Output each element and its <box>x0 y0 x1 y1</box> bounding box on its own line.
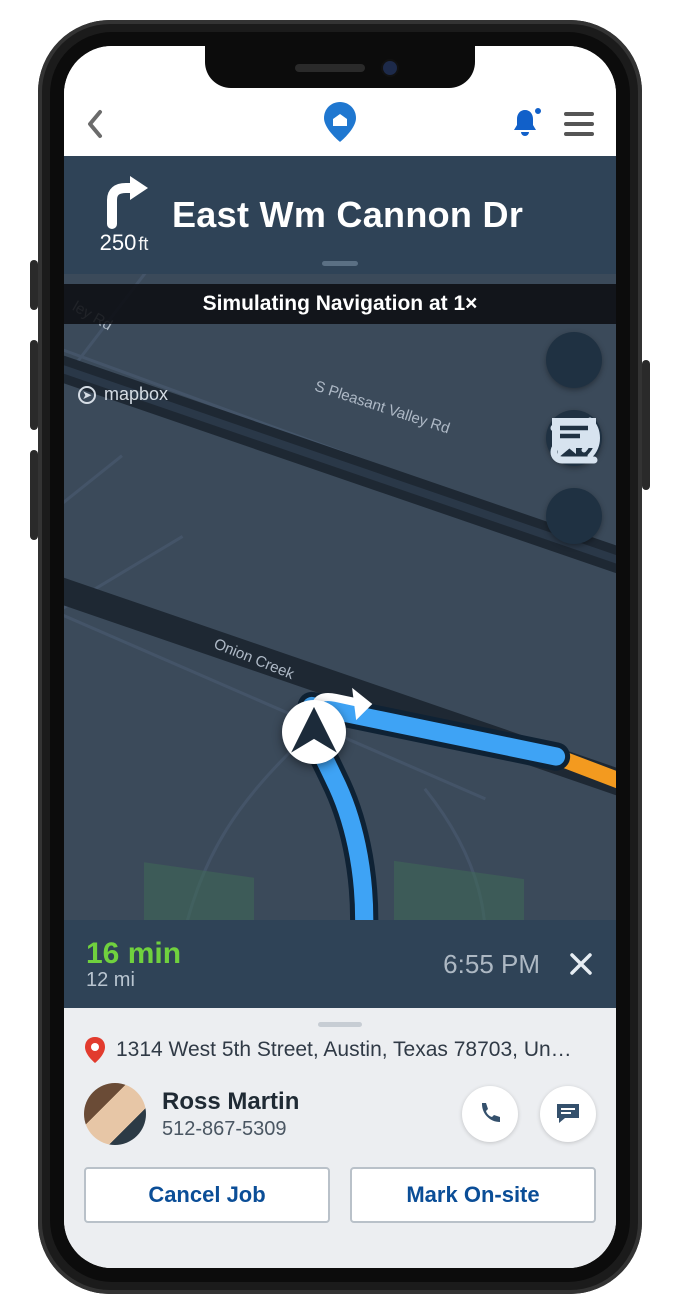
device-notch <box>205 46 475 88</box>
eta-distance: 12 mi <box>86 969 181 992</box>
location-puck-icon <box>282 700 346 764</box>
phone-frame: 250ft East Wm Cannon Dr <box>38 20 642 1294</box>
close-navigation-button[interactable] <box>568 951 594 977</box>
road-label: S Pleasant Valley Rd <box>313 378 452 438</box>
mark-onsite-button[interactable]: Mark On-site <box>350 1167 596 1223</box>
eta-duration: 16 min <box>86 937 181 971</box>
job-address-row[interactable]: 1314 West 5th Street, Austin, Texas 7870… <box>84 1037 596 1063</box>
map-canvas[interactable]: S Pleasant Valley Rd Onion Creek ley Rd … <box>64 274 616 920</box>
contact-phone: 512-867-5309 <box>162 1118 299 1141</box>
call-button[interactable] <box>462 1086 518 1142</box>
message-button[interactable] <box>540 1086 596 1142</box>
direction-banner[interactable]: 250ft East Wm Cannon Dr <box>64 156 616 274</box>
notifications-button[interactable] <box>510 108 540 140</box>
simulation-bar: Simulating Navigation at 1× <box>64 284 616 324</box>
turn-distance-value: 250 <box>100 230 137 255</box>
sheet-handle-icon[interactable] <box>318 1022 362 1027</box>
eta-bar[interactable]: 16 min 12 mi 6:55 PM <box>64 920 616 1008</box>
map-attribution: ➤ mapbox <box>78 384 168 405</box>
logo-icon <box>323 102 357 142</box>
avatar[interactable] <box>84 1083 146 1145</box>
map-attribution-label: mapbox <box>104 384 168 405</box>
turn-distance-unit: ft <box>138 234 148 254</box>
turn-right-icon <box>96 174 152 230</box>
mapbox-icon: ➤ <box>78 386 96 404</box>
cancel-job-button[interactable]: Cancel Job <box>84 1167 330 1223</box>
back-button[interactable] <box>86 108 106 140</box>
screen: 250ft East Wm Cannon Dr <box>64 46 616 1268</box>
pin-icon <box>84 1037 106 1063</box>
banner-handle-icon[interactable] <box>322 261 358 266</box>
notification-dot-icon <box>533 106 543 116</box>
direction-street: East Wm Cannon Dr <box>172 194 523 236</box>
feedback-button[interactable] <box>546 488 602 544</box>
eta-arrival: 6:55 PM <box>443 949 540 980</box>
job-address: 1314 West 5th Street, Austin, Texas 7870… <box>116 1038 572 1062</box>
contact-name: Ross Martin <box>162 1088 299 1116</box>
job-sheet: 1314 West 5th Street, Austin, Texas 7870… <box>64 1008 616 1268</box>
menu-button[interactable] <box>564 112 594 136</box>
